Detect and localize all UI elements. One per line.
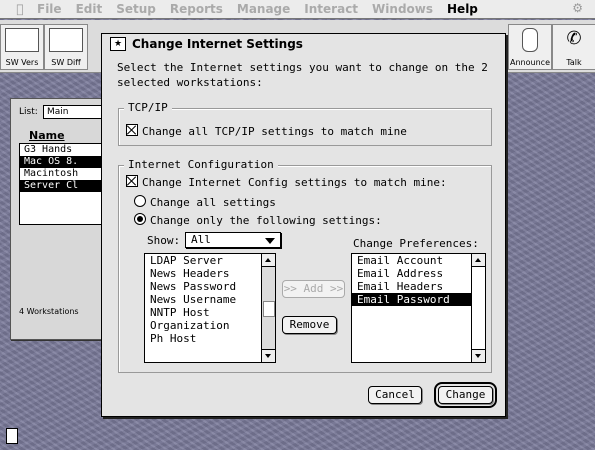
scroll-up-arrow-icon[interactable] bbox=[262, 254, 275, 267]
dialog-description: Select the Internet settings you want to… bbox=[117, 61, 488, 89]
internet-config-checkbox-label: Change Internet Config settings to match… bbox=[142, 176, 447, 189]
announce-button[interactable]: Announce bbox=[508, 24, 552, 70]
list-item[interactable]: NNTP Host bbox=[145, 306, 275, 319]
scroll-thumb[interactable] bbox=[263, 301, 275, 317]
dialog-title-bar: ★ Change Internet Settings bbox=[102, 34, 505, 54]
list-item[interactable]: G3 Hands bbox=[20, 144, 110, 156]
list-label: List: bbox=[19, 107, 38, 117]
menu-help[interactable]: Help bbox=[440, 2, 485, 16]
list-item[interactable]: LDAP Server bbox=[145, 254, 275, 267]
internet-config-checkbox-row[interactable]: Change Internet Config settings to match… bbox=[126, 175, 447, 189]
workstation-count: 4 Workstations bbox=[19, 307, 79, 316]
change-all-radio[interactable] bbox=[134, 195, 146, 207]
list-item[interactable]: Macintosh bbox=[20, 168, 110, 180]
menu-manage[interactable]: Manage bbox=[230, 2, 297, 16]
change-preferences-label: Change Preferences: bbox=[353, 237, 479, 250]
add-button[interactable]: >> Add >> bbox=[282, 280, 345, 298]
toolbar-label: Announce bbox=[510, 58, 550, 67]
phone-icon: ✆ bbox=[566, 28, 582, 49]
menu-windows[interactable]: Windows bbox=[365, 2, 440, 16]
list-item[interactable]: Mac OS 8. bbox=[20, 156, 110, 168]
list-item[interactable]: Ph Host bbox=[145, 332, 275, 345]
window-icon bbox=[5, 28, 39, 52]
workstation-list[interactable]: G3 Hands Mac OS 8. Macintosh Server Cl bbox=[19, 143, 111, 225]
change-button[interactable]: Change bbox=[434, 382, 497, 408]
change-all-radio-label: Change all settings bbox=[150, 196, 276, 209]
sw-vers-button[interactable]: SW Vers bbox=[0, 24, 44, 70]
microphone-icon bbox=[522, 28, 538, 52]
show-label: Show: bbox=[147, 234, 181, 247]
list-item[interactable]: Organization bbox=[145, 319, 275, 332]
talk-button[interactable]: ✆ Talk bbox=[552, 24, 595, 70]
internet-config-group-label: Internet Configuration bbox=[124, 158, 278, 171]
internet-config-checkbox[interactable] bbox=[126, 175, 138, 187]
menu-file[interactable]: File bbox=[30, 2, 69, 16]
menu-interact[interactable]: Interact bbox=[297, 2, 365, 16]
toolbar-label: SW Diff bbox=[51, 58, 81, 67]
change-some-radio-row[interactable]: Change only the following settings: bbox=[134, 213, 382, 227]
change-preferences-list[interactable]: Email Account Email Address Email Header… bbox=[351, 253, 486, 363]
list-item[interactable]: Email Address bbox=[352, 267, 485, 280]
dialog-title: Change Internet Settings bbox=[132, 37, 303, 51]
list-item[interactable]: News Password bbox=[145, 280, 275, 293]
chevron-down-icon bbox=[265, 238, 275, 244]
menu-reports[interactable]: Reports bbox=[163, 2, 230, 16]
change-some-radio[interactable] bbox=[134, 213, 146, 225]
list-item[interactable]: Server Cl bbox=[20, 180, 110, 192]
change-all-radio-row[interactable]: Change all settings bbox=[134, 195, 276, 209]
toolbar-label: Talk bbox=[566, 58, 582, 67]
tcpip-group-label: TCP/IP bbox=[124, 101, 172, 114]
tcpip-checkbox-label: Change all TCP/IP settings to match mine bbox=[142, 125, 407, 138]
list-item[interactable]: News Username bbox=[145, 293, 275, 306]
scroll-down-arrow-icon[interactable] bbox=[472, 349, 485, 362]
cancel-button[interactable]: Cancel bbox=[368, 386, 422, 404]
scroll-down-arrow-icon[interactable] bbox=[262, 349, 275, 362]
apple-menu-icon[interactable]:  bbox=[10, 2, 30, 16]
toolbar-label: SW Vers bbox=[5, 58, 39, 67]
sw-diff-button[interactable]: SW Diff bbox=[44, 24, 88, 70]
available-settings-list[interactable]: LDAP Server News Headers News Password N… bbox=[144, 253, 276, 363]
document-icon[interactable] bbox=[6, 428, 18, 444]
scroll-up-arrow-icon[interactable] bbox=[472, 254, 485, 267]
list-popup[interactable]: Main bbox=[43, 105, 103, 119]
menu-edit[interactable]: Edit bbox=[69, 2, 110, 16]
tcpip-checkbox-row[interactable]: Change all TCP/IP settings to match mine bbox=[126, 124, 407, 138]
application-menu-icon[interactable]: ⚙ bbox=[572, 1, 583, 15]
diff-icon bbox=[49, 28, 83, 52]
menu-bar:  File Edit Setup Reports Manage Interac… bbox=[0, 0, 595, 19]
workstation-list-window: List: Main Name G3 Hands Mac OS 8. Macin… bbox=[10, 98, 112, 340]
list-item[interactable]: Email Headers bbox=[352, 280, 485, 293]
change-some-radio-label: Change only the following settings: bbox=[150, 214, 382, 227]
list-item[interactable]: Email Account bbox=[352, 254, 485, 267]
menu-setup[interactable]: Setup bbox=[109, 2, 163, 16]
show-popup-value: All bbox=[191, 233, 211, 246]
name-column-header[interactable]: Name bbox=[29, 129, 65, 142]
remove-button[interactable]: Remove bbox=[282, 316, 337, 334]
change-internet-settings-dialog: ★ Change Internet Settings Select the In… bbox=[101, 33, 506, 417]
preferences-list-scrollbar[interactable] bbox=[471, 254, 485, 362]
dialog-icon: ★ bbox=[110, 37, 126, 51]
available-list-scrollbar[interactable] bbox=[261, 254, 275, 362]
list-item[interactable]: News Headers bbox=[145, 267, 275, 280]
list-item[interactable]: Email Password bbox=[352, 293, 485, 306]
tcpip-checkbox[interactable] bbox=[126, 124, 138, 136]
show-popup[interactable]: All bbox=[185, 232, 281, 248]
